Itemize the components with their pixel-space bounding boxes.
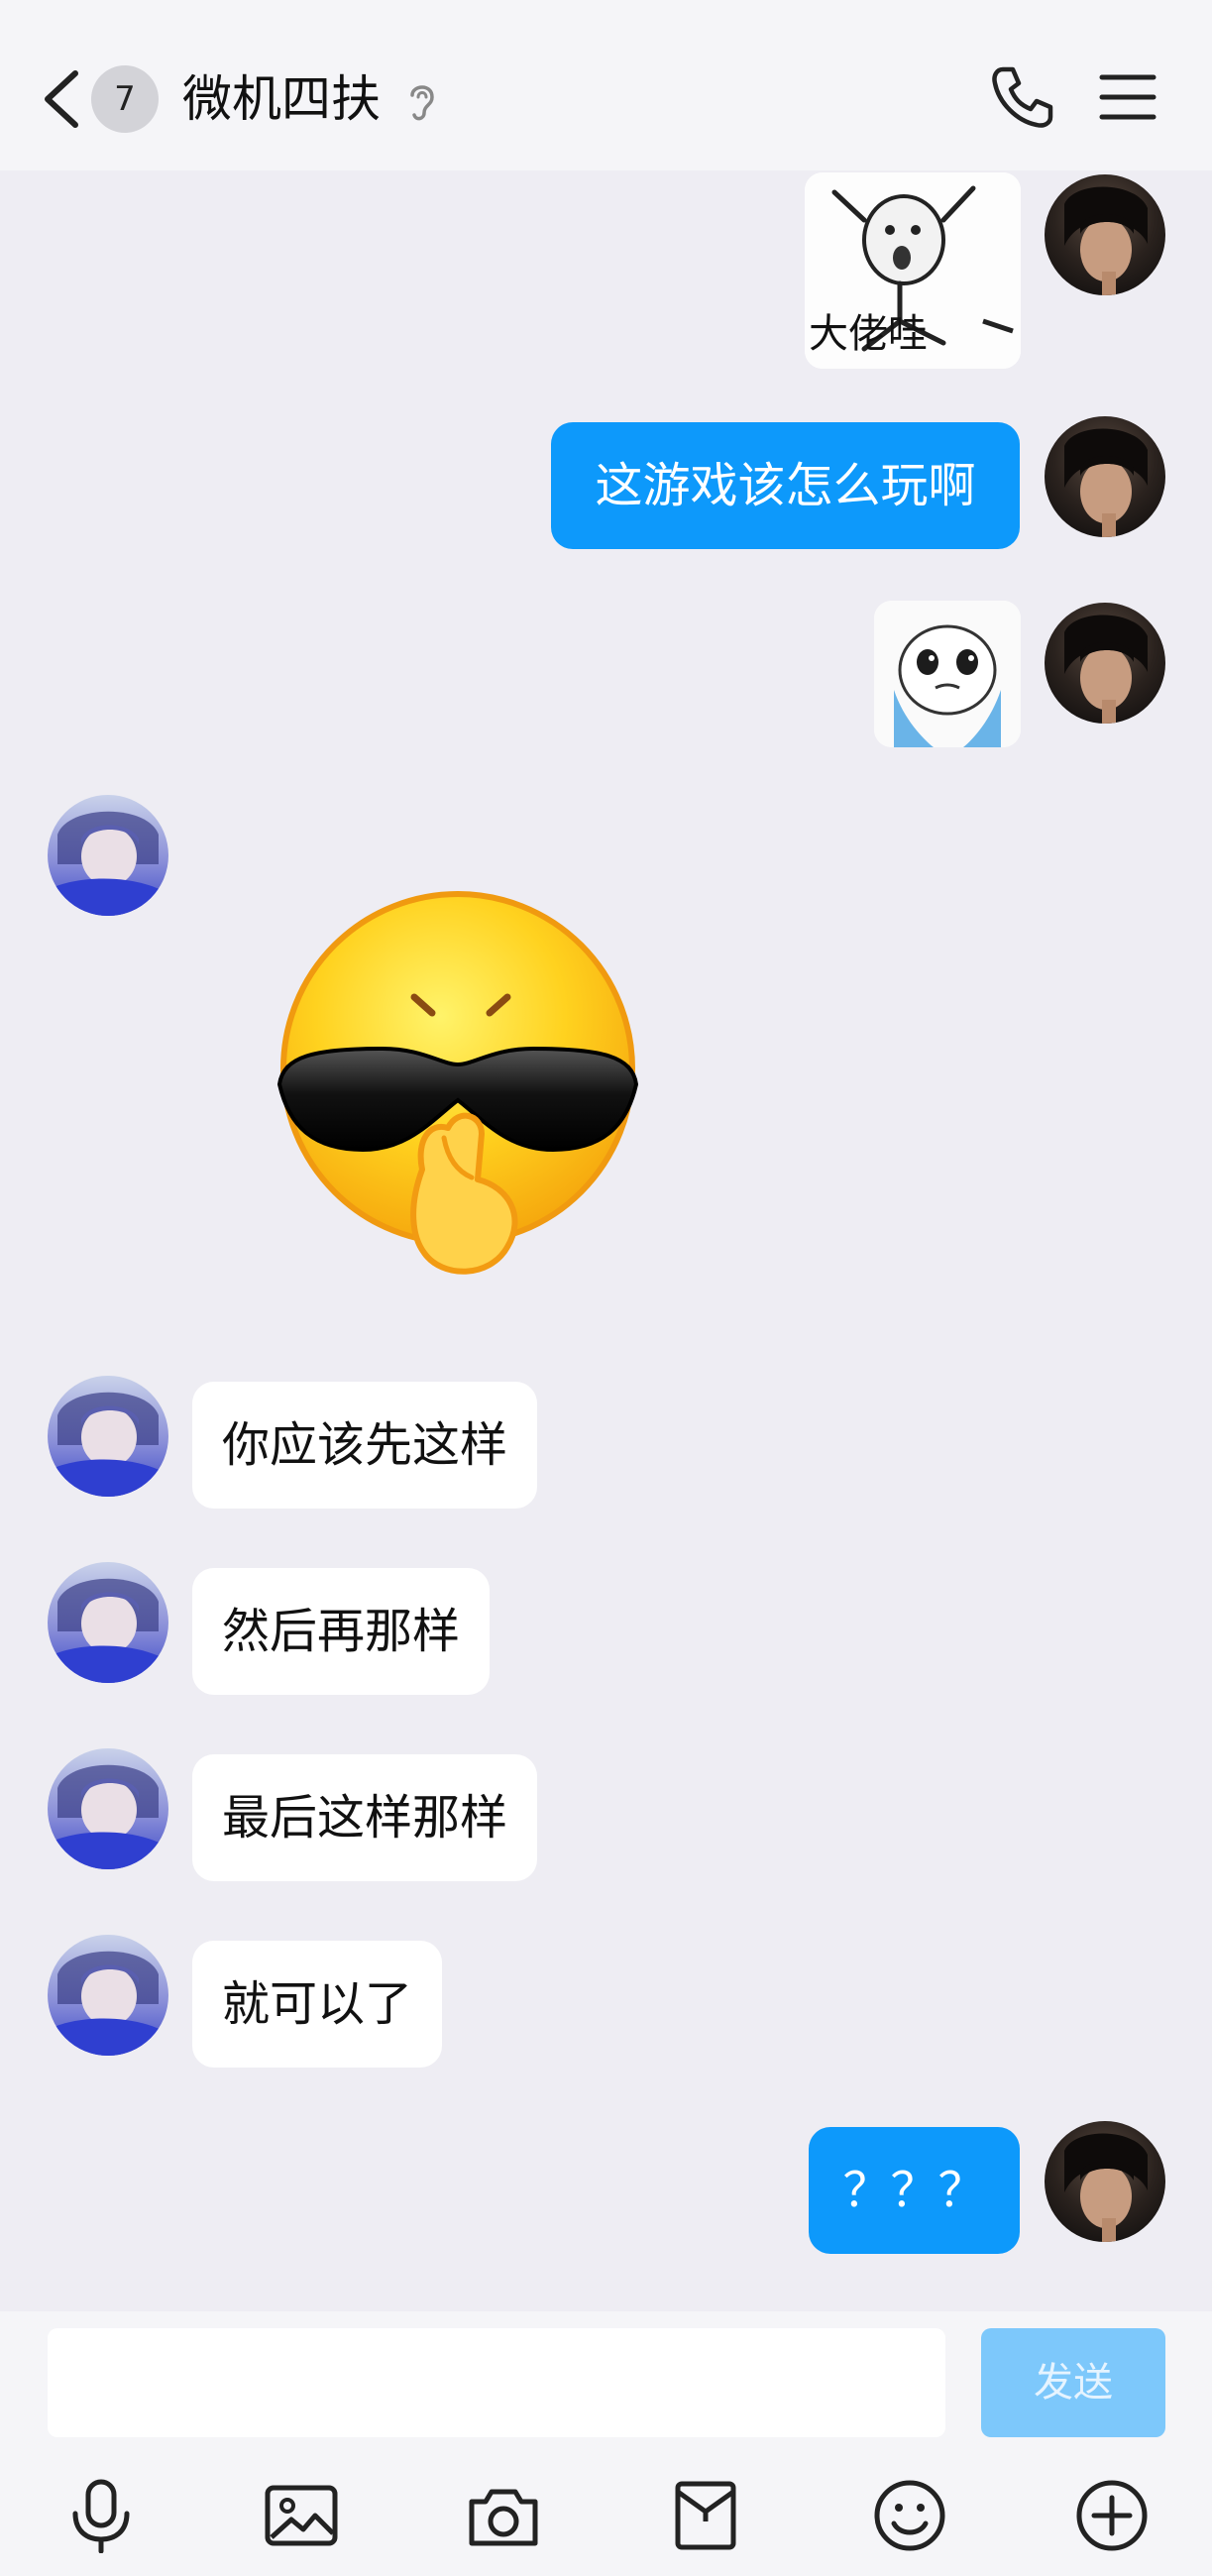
outgoing-message-bubble[interactable]: 这游戏该怎么玩啊 [551, 422, 1020, 549]
image-icon[interactable] [264, 2478, 339, 2553]
avatar[interactable] [48, 1376, 168, 1497]
sticker-message[interactable] [874, 601, 1021, 747]
avatar[interactable] [48, 1748, 168, 1869]
outgoing-message-bubble[interactable]: ？？？ [809, 2127, 1020, 2254]
crying-sticker-image [874, 601, 1021, 747]
avatar[interactable] [48, 795, 168, 916]
microphone-icon[interactable] [63, 2478, 139, 2553]
incoming-message-bubble[interactable]: 然后再那样 [192, 1568, 491, 1695]
sunglasses-shush-emoji[interactable] [274, 890, 642, 1283]
back-icon[interactable] [40, 67, 83, 131]
avatar[interactable] [48, 1935, 168, 2056]
unread-count-badge[interactable]: 7 [91, 65, 159, 133]
avatar[interactable] [1045, 416, 1165, 537]
sticker-caption: 大佬哇 [809, 311, 928, 357]
chat-title[interactable]: 微机四扶 [182, 67, 381, 131]
avatar[interactable] [1045, 2121, 1165, 2242]
camera-icon[interactable] [466, 2478, 541, 2553]
avatar[interactable] [1045, 174, 1165, 295]
avatar[interactable] [48, 1562, 168, 1683]
ear-icon[interactable] [404, 79, 440, 123]
menu-icon[interactable] [1098, 71, 1157, 123]
phone-icon[interactable] [989, 63, 1056, 131]
avatar[interactable] [1045, 603, 1165, 724]
message-input[interactable] [48, 2328, 945, 2437]
incoming-message-bubble[interactable]: 就可以了 [192, 1941, 443, 2068]
plus-icon[interactable] [1074, 2478, 1150, 2553]
emoji-icon[interactable] [872, 2478, 947, 2553]
red-packet-icon[interactable] [668, 2478, 743, 2553]
sticker-message[interactable]: 大佬哇 [805, 172, 1021, 369]
incoming-message-bubble[interactable]: 你应该先这样 [192, 1382, 538, 1509]
chat-header: 7 微机四扶 [0, 0, 1212, 170]
incoming-message-bubble[interactable]: 最后这样那样 [192, 1754, 538, 1881]
send-button[interactable]: 发送 [981, 2328, 1165, 2437]
